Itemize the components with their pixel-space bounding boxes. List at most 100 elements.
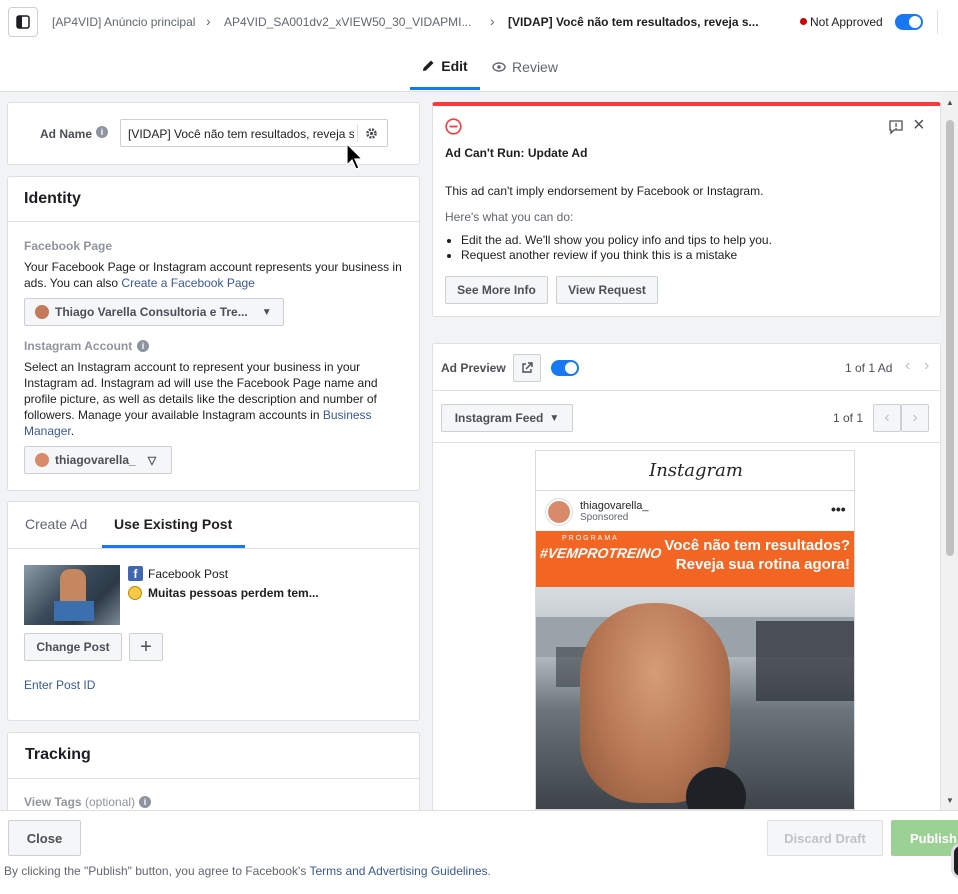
create-facebook-page-link[interactable]: Create a Facebook Page (121, 276, 254, 290)
facebook-page-label: Facebook Page (24, 239, 113, 253)
more-options-icon[interactable]: ••• (831, 501, 846, 517)
banner-small-text: PROGRAMA (562, 535, 619, 542)
ad-name-label: Ad Name (40, 127, 93, 141)
info-icon[interactable]: i (137, 340, 149, 352)
caret-down-icon: ▼ (549, 412, 560, 424)
open-preview-button[interactable] (513, 354, 541, 382)
vertical-scrollbar[interactable]: ▲ ▼ (942, 92, 958, 810)
placement-selector[interactable]: Instagram Feed ▼ (441, 404, 573, 432)
scroll-up-arrow-icon[interactable]: ▲ (946, 98, 954, 107)
mouse-cursor-icon (346, 143, 364, 170)
enter-post-id-link[interactable]: Enter Post ID (24, 678, 95, 692)
info-icon[interactable]: i (139, 796, 151, 808)
caret-down-icon: ▽ (147, 454, 157, 467)
gear-icon[interactable] (365, 127, 378, 140)
breadcrumb-campaign[interactable]: [AP4VID] Anúncio principal (52, 15, 195, 29)
banner-line-2: Reveja sua rotina agora! (675, 556, 850, 573)
banner-brand: #VEMPROTREINO (538, 545, 663, 561)
close-icon[interactable]: × (913, 114, 925, 137)
instagram-account-description: Select an Instagram account to represent… (24, 360, 378, 438)
optional-label: (optional) (85, 795, 136, 809)
instagram-selected-label: thiagovarella_ (55, 453, 136, 467)
divider (8, 221, 419, 222)
tab-review-label: Review (512, 59, 558, 75)
list-item: Edit the ad. We'll show you policy info … (461, 233, 921, 248)
alert-actions-list: Edit the ad. We'll show you policy info … (461, 233, 921, 263)
tab-review[interactable]: Review (490, 44, 560, 90)
instagram-avatar (546, 499, 572, 525)
tracking-title: Tracking (25, 746, 91, 763)
chevron-left-icon: ‹ (884, 409, 890, 426)
facebook-icon: f (128, 566, 143, 581)
post-text: Muitas pessoas perdem tem... (148, 586, 319, 600)
previous-button[interactable]: ‹ (873, 404, 901, 432)
scroll-down-arrow-icon[interactable]: ▼ (946, 796, 954, 805)
banner-line-1: Você não tem resultados? (664, 537, 850, 554)
view-request-button[interactable]: View Request (556, 276, 658, 304)
caret-down-icon: ▼ (261, 306, 272, 318)
report-icon[interactable] (888, 119, 904, 135)
ad-name-value: [VIDAP] Você não tem resultados, reveja … (128, 127, 354, 141)
page-avatar (35, 305, 49, 319)
ad-rejection-alert: × Ad Can't Run: Update Ad This ad can't … (432, 102, 941, 317)
instagram-account-selector[interactable]: thiagovarella_ ▽ (24, 446, 172, 474)
alert-subtitle: Here's what you can do: (445, 210, 574, 224)
scrollbar-thumb[interactable] (946, 120, 954, 556)
alert-message: This ad can't imply endorsement by Faceb… (445, 184, 764, 198)
change-post-button[interactable]: Change Post (24, 633, 122, 661)
see-more-info-button[interactable]: See More Info (445, 276, 548, 304)
breadcrumb-adset[interactable]: AP4VID_SA001dv2_xVIEW50_30_VIDAPMI... (224, 15, 471, 29)
divider (357, 124, 358, 142)
ad-status-toggle[interactable] (895, 14, 923, 30)
breadcrumb-ad: [VIDAP] Você não tem resultados, reveja … (508, 15, 759, 29)
tab-create-ad[interactable]: Create Ad (25, 516, 87, 532)
divider (433, 442, 940, 443)
publish-button[interactable]: Publish (891, 820, 958, 856)
footer-bar: Close Discard Draft Publish By clicking … (0, 810, 958, 894)
close-button[interactable]: Close (8, 820, 81, 856)
external-link-icon (522, 362, 533, 373)
ig-account-name: thiagovarella_ (580, 500, 649, 512)
instagram-preview: Instagram thiagovarella_ Sponsored ••• P… (535, 450, 855, 810)
page-selected-label: Thiago Varella Consultoria e Tre... (55, 305, 248, 319)
info-icon[interactable]: i (96, 126, 108, 138)
thinking-emoji-icon (128, 586, 142, 600)
ad-counter: 1 of 1 Ad (845, 361, 893, 375)
divider (937, 10, 938, 34)
chevron-right-icon[interactable]: › (924, 357, 929, 375)
publish-legal-text: By clicking the "Publish" button, you ag… (4, 864, 491, 878)
list-item: Request another review if you think this… (461, 248, 921, 263)
ig-sponsored-label: Sponsored (580, 512, 629, 523)
chevron-right-icon: › (912, 409, 918, 426)
tab-edit[interactable]: Edit (410, 44, 480, 90)
tab-edit-label: Edit (441, 57, 468, 74)
view-tags-label: View Tags (24, 795, 82, 809)
tab-use-existing-post[interactable]: Use Existing Post (114, 516, 232, 532)
identity-title: Identity (24, 190, 81, 207)
add-post-button[interactable]: + (129, 633, 163, 661)
sidebar-icon (16, 15, 30, 29)
ad-name-card: Ad Name i [VIDAP] Você não tem resultado… (7, 102, 420, 170)
facebook-page-selector[interactable]: Thiago Varella Consultoria e Tre... ▼ (24, 298, 284, 326)
creative-card: Create Ad Use Existing Post f Facebook P… (7, 501, 420, 721)
tracking-card: Tracking View Tags (optional) i (7, 732, 420, 810)
alert-title: Ad Can't Run: Update Ad (445, 146, 588, 160)
terms-link[interactable]: Terms and Advertising Guidelines (309, 864, 487, 878)
status-badge: Not Approved (810, 15, 883, 29)
discard-draft-button[interactable]: Discard Draft (767, 820, 883, 856)
ad-video-frame (536, 587, 854, 809)
instagram-avatar (35, 453, 49, 467)
blocked-icon (445, 118, 462, 135)
ad-banner: PROGRAMA #VEMPROTREINO Você não tem resu… (536, 531, 854, 587)
sidebar-toggle-button[interactable] (8, 7, 38, 37)
next-button[interactable]: › (901, 404, 929, 432)
plus-icon: + (140, 635, 152, 658)
divider (8, 778, 419, 779)
messenger-bubble-icon[interactable] (951, 843, 958, 879)
post-type-label: Facebook Post (148, 567, 229, 581)
preview-toggle[interactable] (551, 360, 579, 376)
chevron-left-icon[interactable]: ‹ (905, 357, 910, 375)
ad-preview-title: Ad Preview (441, 361, 506, 375)
top-bar: [AP4VID] Anúncio principal › AP4VID_SA00… (0, 0, 958, 44)
pencil-icon (423, 60, 434, 71)
